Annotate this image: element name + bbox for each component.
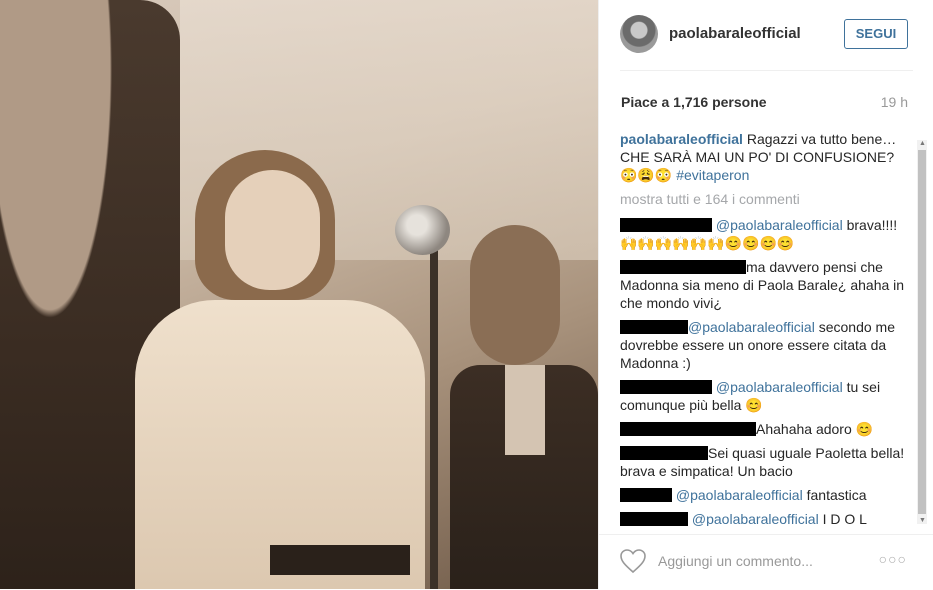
heart-icon[interactable] bbox=[619, 548, 647, 574]
photo-woman-singing bbox=[135, 150, 425, 589]
more-options-icon[interactable]: ○○○ bbox=[879, 551, 907, 567]
likes-count[interactable]: Piace a 1,716 persone bbox=[621, 94, 767, 110]
comment-item: @paolabaraleofficial brava!!!!🙌🙌🙌🙌🙌🙌😊😊😊😊 bbox=[620, 216, 910, 252]
caption: paolabaraleofficial Ragazzi va tutto ben… bbox=[620, 130, 910, 184]
show-all-comments-link[interactable]: mostra tutti e 164 i commenti bbox=[620, 190, 910, 208]
comment-text: fantastica bbox=[802, 487, 867, 503]
photo-microphone bbox=[395, 205, 450, 255]
scroll-up-arrow-icon[interactable]: ▲ bbox=[919, 140, 926, 147]
photo-belt bbox=[270, 545, 410, 575]
avatar[interactable] bbox=[620, 15, 658, 53]
photo-microphone-stand bbox=[430, 220, 438, 589]
post-header: paolabaraleofficial SEGUI bbox=[599, 0, 933, 70]
instagram-post-window: paolabaraleofficial SEGUI Piace a 1,716 … bbox=[0, 0, 933, 589]
post-photo[interactable] bbox=[0, 0, 598, 589]
redacted-username bbox=[620, 218, 712, 232]
follow-button[interactable]: SEGUI bbox=[844, 19, 908, 49]
redacted-username bbox=[620, 320, 688, 334]
scroll-down-arrow-icon[interactable]: ▼ bbox=[919, 517, 926, 524]
redacted-username bbox=[620, 512, 688, 526]
redacted-username bbox=[620, 380, 712, 394]
post-timestamp[interactable]: 19 h bbox=[881, 94, 908, 110]
caption-username[interactable]: paolabaraleofficial bbox=[620, 131, 743, 147]
comment-item: ma davvero pensi che Madonna sia meno di… bbox=[620, 258, 910, 312]
comment-item: Ahahaha adoro 😊 bbox=[620, 420, 910, 438]
post-footer: Aggiungi un commento... ○○○ bbox=[598, 534, 933, 590]
comment-item: @paolabaraleofficial tu sei comunque più… bbox=[620, 378, 910, 414]
comment-mention[interactable]: @paolabaraleofficial bbox=[716, 217, 843, 233]
comment-text: Ahahaha adoro 😊 bbox=[756, 421, 874, 437]
redacted-username bbox=[620, 488, 672, 502]
comments-list: paolabaraleofficial Ragazzi va tutto ben… bbox=[620, 130, 910, 526]
redacted-username bbox=[620, 260, 746, 274]
add-comment-input[interactable]: Aggiungi un commento... bbox=[658, 553, 813, 569]
comment-item: @paolabaraleofficial secondo me dovrebbe… bbox=[620, 318, 910, 372]
comment-text: I D O L bbox=[818, 511, 867, 526]
redacted-username bbox=[620, 422, 756, 436]
photo-man-right bbox=[450, 215, 598, 589]
comment-item: @paolabaraleofficial fantastica bbox=[620, 486, 910, 504]
comment-item: Sei quasi uguale Paoletta bella! brava e… bbox=[620, 444, 910, 480]
caption-hashtag[interactable]: #evitaperon bbox=[676, 167, 749, 183]
header-divider bbox=[620, 70, 913, 71]
comment-item: @paolabaraleofficial I D O L bbox=[620, 510, 910, 526]
scrollbar-thumb[interactable] bbox=[918, 150, 926, 514]
comments-scrollbar[interactable]: ▲ ▼ bbox=[917, 140, 927, 524]
comment-mention[interactable]: @paolabaraleofficial bbox=[692, 511, 819, 526]
comment-mention[interactable]: @paolabaraleofficial bbox=[676, 487, 803, 503]
comment-mention[interactable]: @paolabaraleofficial bbox=[688, 319, 815, 335]
post-sidebar: paolabaraleofficial SEGUI Piace a 1,716 … bbox=[598, 0, 933, 589]
redacted-username bbox=[620, 446, 708, 460]
username-link[interactable]: paolabaraleofficial bbox=[669, 25, 801, 42]
comment-mention[interactable]: @paolabaraleofficial bbox=[716, 379, 843, 395]
